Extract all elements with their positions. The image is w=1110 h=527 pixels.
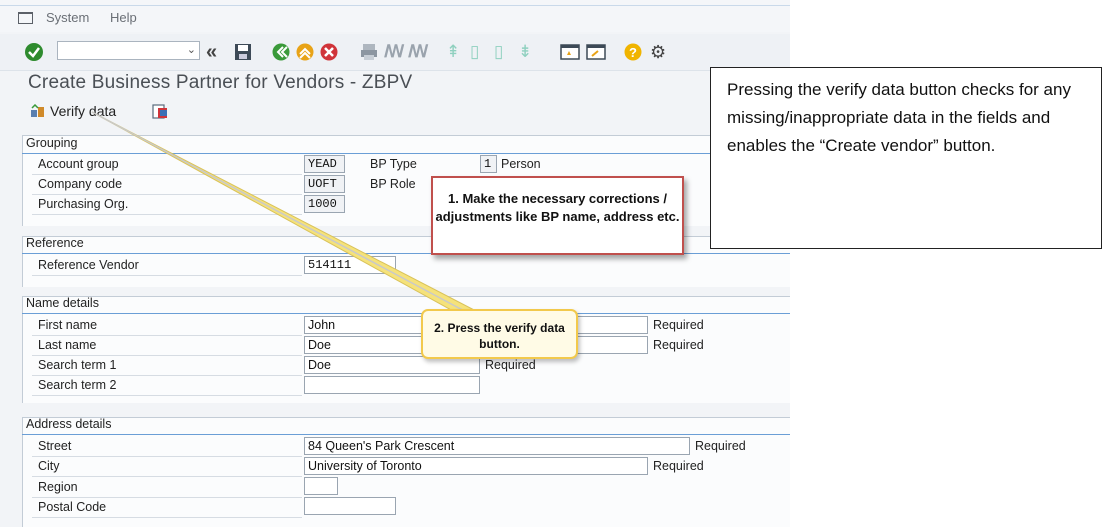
- callout-pointer: [91, 111, 480, 317]
- annotation-note: Pressing the verify data button checks f…: [710, 67, 1102, 249]
- callout-step-1: 1. Make the necessary corrections / adju…: [431, 176, 684, 255]
- callout-step-2: 2. Press the verify data button.: [421, 309, 578, 359]
